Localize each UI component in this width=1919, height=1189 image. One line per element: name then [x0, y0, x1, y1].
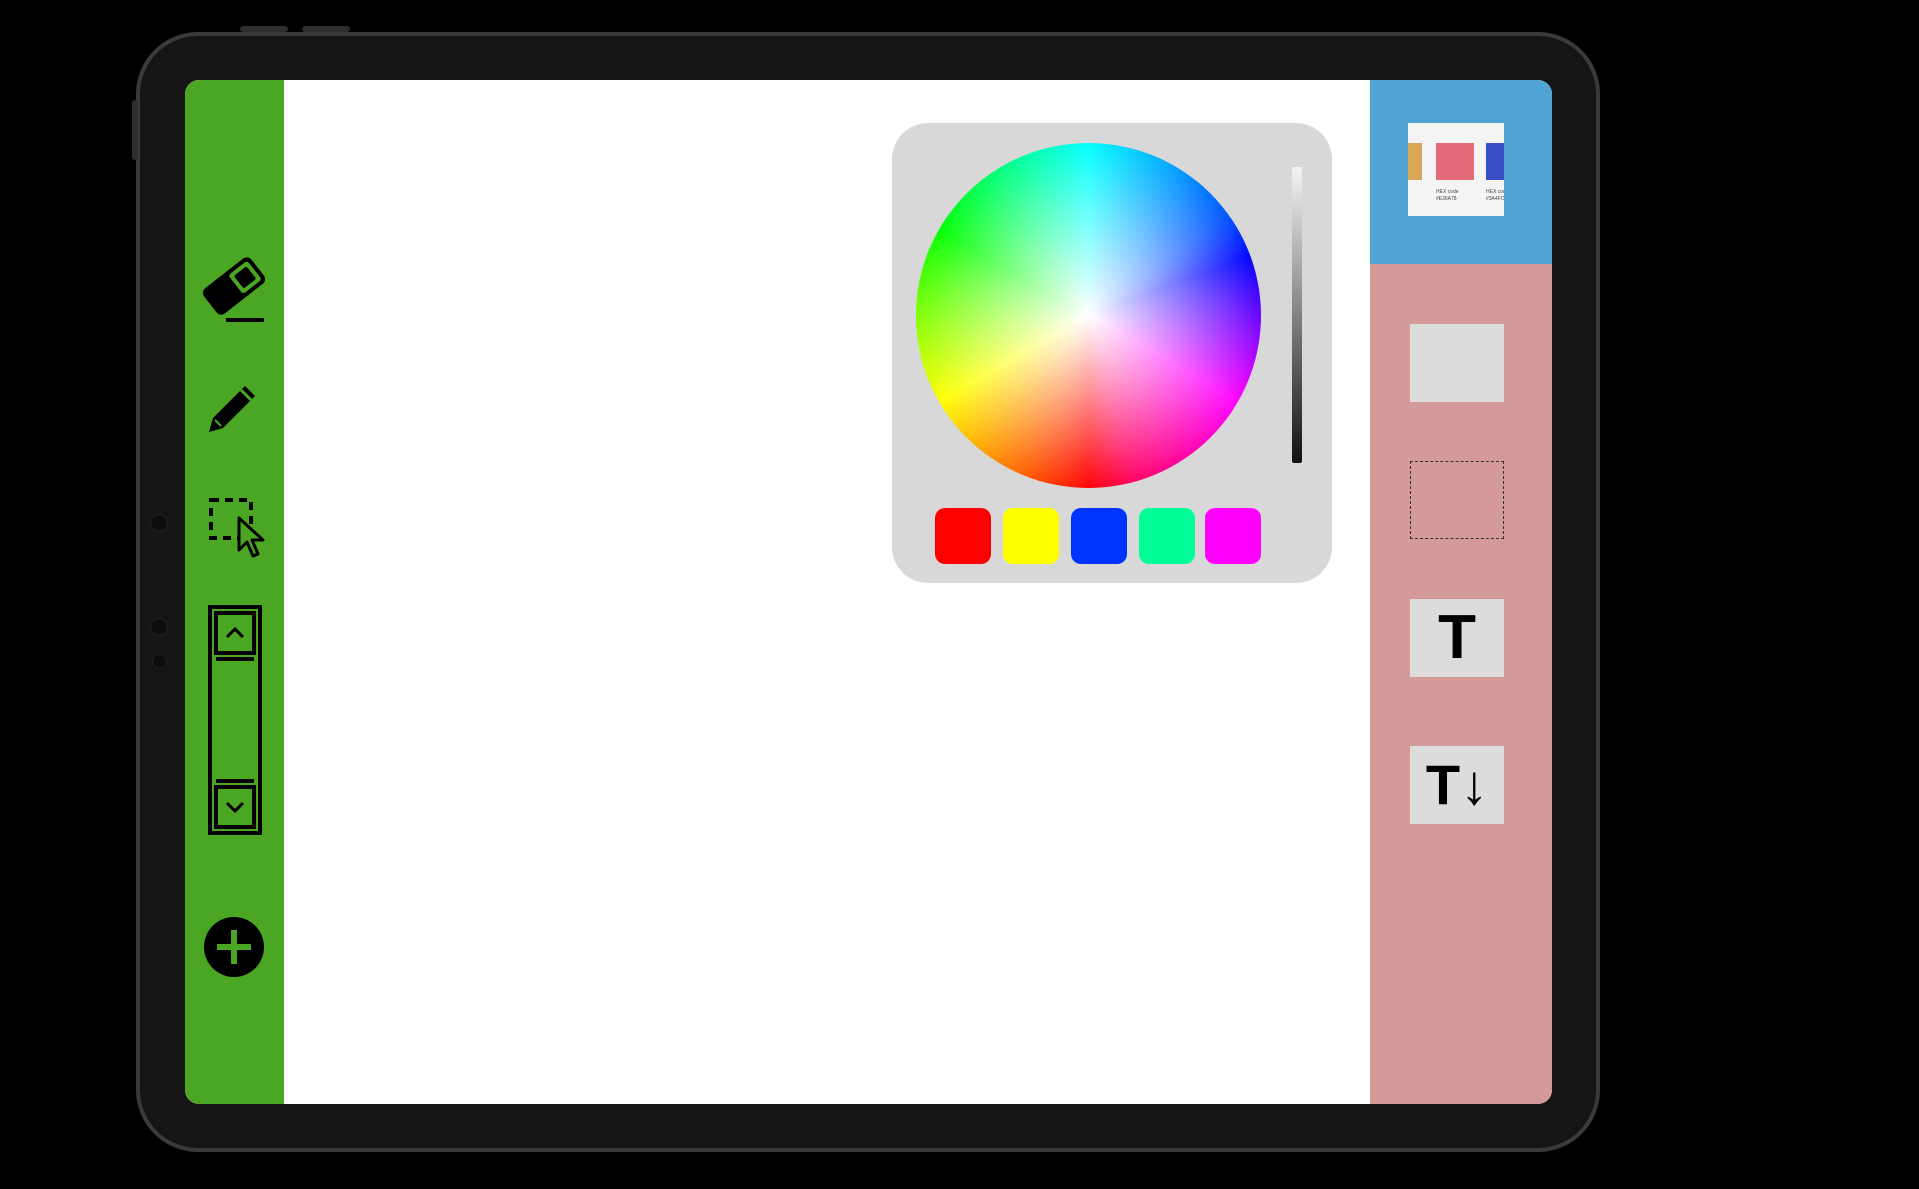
color-swatch[interactable] — [1205, 508, 1261, 564]
palette-section: HEX code #E36A78 HEX cod #3A4FC4 — [1370, 80, 1552, 264]
color-swatch[interactable] — [935, 508, 991, 564]
sensor-dot — [152, 654, 167, 669]
eraser-icon — [202, 257, 266, 322]
eraser-tool[interactable] — [200, 252, 268, 324]
scroll-stepper[interactable] — [208, 605, 262, 835]
volume-button-top-2 — [302, 26, 350, 32]
text-tool-button[interactable]: T — [1410, 599, 1504, 677]
brightness-slider[interactable] — [1292, 167, 1302, 463]
thumbnail-swatch — [1408, 143, 1422, 180]
thumbnail-swatch — [1436, 143, 1474, 180]
camera-dot — [150, 514, 168, 532]
color-wheel[interactable] — [916, 143, 1261, 488]
select-area-tool[interactable] — [209, 498, 269, 560]
palette-thumbnail[interactable]: HEX code #E36A78 HEX cod #3A4FC4 — [1408, 123, 1504, 216]
text-direction-button[interactable]: T↓ — [1410, 746, 1504, 824]
pencil-tool[interactable] — [205, 380, 261, 436]
color-swatch[interactable] — [1139, 508, 1195, 564]
add-icon — [204, 917, 264, 977]
text-icon: T — [1438, 603, 1476, 672]
color-swatch[interactable] — [1071, 508, 1127, 564]
power-button-side — [132, 100, 138, 160]
chevron-up-icon[interactable] — [225, 626, 245, 639]
thumbnail-swatch — [1486, 143, 1504, 180]
fill-shape-button[interactable] — [1410, 324, 1504, 402]
text-down-icon: T↓ — [1425, 753, 1489, 816]
tool-sidebar — [185, 80, 284, 1104]
color-picker-panel — [892, 123, 1332, 583]
volume-button-top — [240, 26, 288, 32]
thumbnail-caption: HEX code #E36A78 — [1436, 189, 1459, 202]
chevron-down-icon[interactable] — [225, 801, 245, 814]
right-panel: HEX code #E36A78 HEX cod #3A4FC4 T T↓ — [1370, 80, 1552, 1104]
sensor-dot — [150, 618, 168, 636]
screen: HEX code #E36A78 HEX cod #3A4FC4 T T↓ — [185, 80, 1552, 1104]
select-area-icon — [209, 498, 265, 558]
thumbnail-caption: HEX cod #3A4FC4 — [1486, 189, 1504, 202]
pencil-icon — [209, 386, 255, 432]
add-button[interactable] — [203, 916, 265, 978]
dashed-shape-button[interactable] — [1410, 461, 1504, 539]
color-swatch[interactable] — [1003, 508, 1059, 564]
